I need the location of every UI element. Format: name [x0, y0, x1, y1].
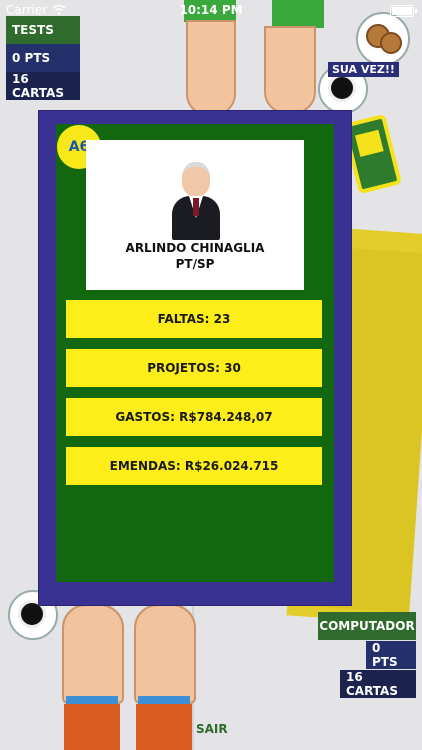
bottom-right-sleeve: [136, 704, 192, 750]
bottom-left-cuff: [66, 696, 118, 704]
politician-party: PT/SP: [175, 257, 215, 271]
stat-emendas-button[interactable]: EMENDAS: R$26.024.715: [66, 447, 322, 485]
battery-icon: [390, 5, 417, 17]
status-time: 10:14 PM: [179, 3, 243, 17]
turn-indicator: SUA VEZ!!: [328, 62, 399, 77]
player-points: 0 PTS: [6, 44, 80, 72]
stat-gastos-button[interactable]: GASTOS: R$784.248,07: [66, 398, 322, 436]
card-politician-info: ARLINDO CHINAGLIA PT/SP: [86, 240, 304, 272]
cookie-icon: [380, 32, 402, 54]
top-left-hand: [186, 20, 236, 116]
stat-faltas-button[interactable]: FALTAS: 23: [66, 300, 322, 338]
bottom-left-hand: [62, 604, 124, 704]
opponent-points: 0 PTS: [366, 641, 416, 669]
top-right-hand: [264, 26, 316, 114]
stat-projetos-button[interactable]: PROJETOS: 30: [66, 349, 322, 387]
bottom-right-cuff: [138, 696, 190, 704]
player-cards-count: 16 CARTAS: [6, 72, 80, 100]
politician-name: ARLINDO CHINAGLIA: [125, 241, 265, 255]
politician-photo: [172, 162, 220, 242]
bottom-right-hand: [134, 604, 196, 704]
exit-button[interactable]: SAIR: [196, 722, 228, 736]
coffee-cup-icon: [328, 74, 356, 102]
opponent-cards-count: 16 CARTAS: [340, 670, 416, 698]
bottom-left-sleeve: [64, 704, 120, 750]
player-name: TESTS: [6, 16, 80, 44]
opponent-name: COMPUTADOR: [318, 612, 416, 640]
status-bar: Carrier 10:14 PM: [0, 0, 422, 20]
